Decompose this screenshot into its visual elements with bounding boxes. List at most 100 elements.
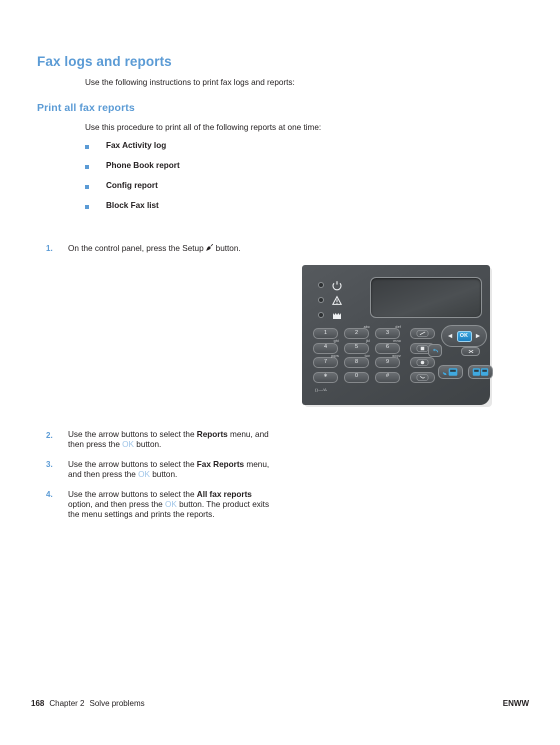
key-digit: 4: [323, 344, 328, 351]
page-number: 168: [31, 699, 45, 708]
bullet-icon: [85, 165, 89, 169]
report-list: Fax Activity log Phone Book report Confi…: [85, 141, 415, 221]
list-item-label: Phone Book report: [106, 161, 180, 170]
step-1: 1. On the control panel, press the Setup…: [46, 243, 273, 255]
key-digit: 9: [385, 358, 390, 365]
ready-led: [318, 277, 364, 292]
control-panel-image: 1 2 abc 3 def 4 ghi 5 jkl 6 mno 7 pqrs 8 tuv 9w…: [302, 265, 493, 407]
ok-key-reference: OK: [122, 440, 135, 450]
attention-led: [318, 292, 364, 307]
key-digit: ∗: [323, 373, 328, 380]
procedure-steps: 2. Use the arrow buttons to select the R…: [46, 430, 346, 530]
step-number: 3.: [46, 460, 53, 470]
step-text-part1: Use the arrow buttons to select the: [68, 430, 197, 439]
navigation-cluster: ◄ OK ►: [441, 325, 487, 347]
key-digit: #: [385, 373, 390, 380]
key-letters: mno: [393, 339, 401, 343]
cancel-button[interactable]: [461, 347, 480, 356]
list-item-label: Fax Activity log: [106, 141, 167, 150]
menu-name: Reports: [196, 430, 228, 439]
key-3[interactable]: 3 def: [375, 324, 401, 339]
keypad-row: ∗ 0 #: [313, 371, 409, 383]
key-4[interactable]: 4 ghi: [313, 339, 339, 354]
toner-led: [318, 307, 364, 322]
list-item: Config report: [85, 181, 415, 201]
key-digit: 0: [354, 373, 359, 380]
key-hash[interactable]: #: [375, 371, 400, 383]
step-text-part3: button.: [149, 470, 178, 480]
key-9[interactable]: 9 wxyz: [375, 353, 401, 368]
power-circle-icon: [331, 279, 343, 291]
keypad-note-label: ()—/Δ: [315, 387, 327, 392]
footer-locale: ENWW: [502, 699, 529, 708]
key-letters: wxyz: [392, 353, 401, 358]
key-digit: 3: [385, 329, 390, 336]
list-item: Phone Book report: [85, 161, 415, 181]
back-button[interactable]: [428, 344, 442, 357]
resolution-key[interactable]: [410, 357, 435, 368]
key-letters: def: [395, 324, 401, 329]
key-8[interactable]: 8 tuv: [344, 353, 370, 368]
key-letters: pqrs: [331, 353, 339, 358]
bullet-icon: [85, 205, 89, 209]
ok-button[interactable]: OK: [456, 330, 472, 342]
key-2[interactable]: 2 abc: [344, 324, 370, 339]
led-indicator-dot: [318, 311, 324, 318]
keypad-row: 1 2 abc 3 def: [313, 324, 409, 339]
key-6[interactable]: 6 mno: [375, 339, 401, 354]
step-text-part1: Use the arrow buttons to select the: [68, 459, 197, 469]
key-letters: abc: [363, 324, 370, 329]
toner-cartridge-icon: [331, 309, 343, 321]
step-text-before: On the control panel, press the Setup: [68, 244, 204, 253]
step-4: 4. Use the arrow buttons to select the A…: [46, 490, 346, 521]
step-text-part1: Use the arrow buttons to select the: [68, 489, 197, 499]
key-1[interactable]: 1: [313, 328, 338, 339]
function-key-column: [410, 328, 435, 386]
bullet-icon: [85, 185, 89, 189]
redial-key[interactable]: [410, 328, 435, 339]
key-5[interactable]: 5 jkl: [344, 339, 370, 354]
key-star[interactable]: ∗: [313, 371, 338, 383]
list-item: Fax Activity log: [85, 141, 415, 161]
step-text: On the control panel, press the Setup but…: [68, 243, 273, 255]
key-7[interactable]: 7 pqrs: [313, 353, 339, 368]
wrench-icon: [205, 243, 214, 255]
step-number: 4.: [46, 490, 53, 500]
step-text-part2: option, and then press the: [68, 500, 165, 510]
step-text: Use the arrow buttons to select the Fax …: [68, 460, 273, 481]
key-digit: 2: [354, 329, 359, 336]
keypad-row: 4 ghi 5 jkl 6 mno: [313, 339, 409, 354]
document-page: Fax logs and reports Use the following i…: [0, 0, 560, 745]
lcd-display: [370, 277, 482, 318]
step-text-part3: button.: [134, 440, 162, 450]
menu-name: Fax Reports: [196, 459, 245, 469]
fax-start-button[interactable]: [438, 365, 463, 379]
warning-triangle-icon: [331, 294, 343, 306]
key-0[interactable]: 0: [344, 371, 369, 383]
step-number: 2.: [46, 430, 53, 440]
key-digit: 5: [354, 344, 359, 351]
left-arrow-button[interactable]: ◄: [447, 333, 454, 340]
chapter-title: Solve problems: [89, 699, 145, 708]
key-digit: 6: [385, 344, 390, 351]
step-text: Use the arrow buttons to select the Repo…: [68, 430, 273, 451]
page-title: Fax logs and reports: [37, 54, 172, 69]
copy-start-button[interactable]: [468, 365, 493, 379]
step-number: 1.: [46, 243, 53, 253]
ok-key-reference: OK: [138, 470, 150, 480]
menu-name: All fax reports: [196, 489, 252, 499]
phonebook-key[interactable]: [410, 371, 435, 383]
key-digit: 1: [323, 329, 328, 336]
control-panel-body: 1 2 abc 3 def 4 ghi 5 jkl 6 mno 7 pqrs 8 tuv 9w…: [302, 265, 493, 405]
key-letters: tuv: [364, 353, 370, 358]
right-arrow-button[interactable]: ►: [475, 333, 482, 340]
step-3: 3. Use the arrow buttons to select the F…: [46, 460, 346, 481]
list-item: Block Fax list: [85, 201, 415, 221]
key-digit: 8: [354, 358, 359, 365]
step-text: Use the arrow buttons to select the All …: [68, 490, 273, 521]
led-indicator-dot: [318, 281, 324, 288]
chapter-number: Chapter 2: [49, 699, 85, 708]
list-item-label: Block Fax list: [106, 201, 159, 210]
list-item-label: Config report: [106, 181, 158, 190]
footer-left: 168 Chapter 2 Solve problems: [31, 699, 145, 708]
